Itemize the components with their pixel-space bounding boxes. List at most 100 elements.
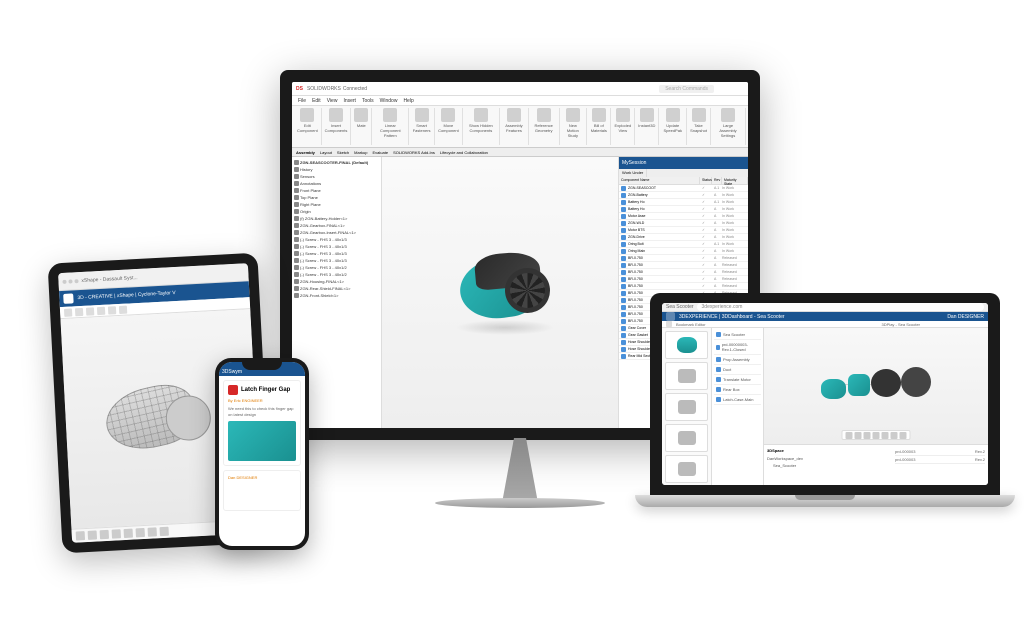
ribbon-button[interactable]: Mate (351, 108, 372, 145)
ribbon-tab[interactable]: Sketch (337, 150, 349, 155)
ribbon-button[interactable]: Move Component (435, 108, 463, 145)
ribbon-button[interactable]: Large Assembly Settings (711, 108, 746, 145)
panel-row[interactable]: Oring Bolt✓A.1In Work (619, 241, 748, 248)
component-list[interactable]: Sea Scooterprd-00000003-Rev.1-ClosedProp… (712, 328, 764, 485)
bottom-tool-icon[interactable] (136, 528, 145, 537)
ribbon-button[interactable]: Edit Component (294, 108, 322, 145)
menu-insert[interactable]: Insert (343, 98, 356, 104)
3d-viewport[interactable] (382, 157, 618, 428)
tree-item[interactable]: History (294, 166, 379, 173)
bottom-row[interactable]: prd-000003Rev.2 (895, 448, 985, 456)
post-card[interactable]: Latch Finger Gap By Eric ENGINEER We nee… (223, 380, 301, 466)
tree-item[interactable]: ZGN-Rear-Shield-FINAL<1> (294, 285, 379, 292)
thumbnail[interactable] (665, 393, 708, 421)
ribbon-tab[interactable]: Lifecycle and Collaboration (440, 150, 488, 155)
view-tool-icon[interactable] (873, 432, 880, 439)
panel-row[interactable]: Motor BTS✓AIn Work (619, 227, 748, 234)
tree-item[interactable]: Origin (294, 208, 379, 215)
bottom-tool-icon[interactable] (124, 529, 133, 538)
view-tool-icon[interactable] (882, 432, 889, 439)
tree-item[interactable]: (-) Screw - FHS 3 - 40x1/3 (294, 257, 379, 264)
panel-row[interactable]: BR-0.750✓AReleased (619, 276, 748, 283)
menu-icon[interactable] (666, 321, 672, 327)
list-item[interactable]: Prop Assembly (714, 355, 761, 365)
tree-item[interactable]: (-) Screw - FHS 3 - 40x1/3 (294, 236, 379, 243)
compass-logo-icon[interactable] (666, 312, 675, 321)
view-tool-icon[interactable] (900, 432, 907, 439)
thumbnail[interactable] (665, 424, 708, 452)
tree-item[interactable]: Sensors (294, 173, 379, 180)
post-author[interactable]: By Eric ENGINEER (228, 398, 296, 403)
panel-row[interactable]: ZGN-Battery✓AIn Work (619, 192, 748, 199)
ribbon-tab[interactable]: Layout (320, 150, 332, 155)
list-item[interactable]: Sea Scooter (714, 330, 761, 340)
bottom-tool-icon[interactable] (159, 527, 168, 536)
view-tool-icon[interactable] (846, 432, 853, 439)
thumbnail[interactable] (665, 331, 708, 359)
panel-row[interactable]: ZGN-SEASCOOT✓A.1In Work (619, 185, 748, 192)
list-item[interactable]: Latch-Case-Main (714, 395, 761, 405)
tree-item[interactable]: ZGN-Front-Shield<1> (294, 292, 379, 299)
ribbon-button[interactable]: Linear Component Pattern (372, 108, 409, 145)
panel-row[interactable]: Oring Main✓AIn Work (619, 248, 748, 255)
phone-feed[interactable]: Latch Finger Gap By Eric ENGINEER We nee… (219, 376, 305, 546)
ribbon-tab[interactable]: Assembly (296, 150, 315, 155)
tool-icon[interactable] (64, 308, 72, 316)
panel-row[interactable]: BR-0.750✓AReleased (619, 269, 748, 276)
thumbnail[interactable] (665, 362, 708, 390)
panel-row[interactable]: BR-0.750✓AReleased (619, 262, 748, 269)
tree-item[interactable]: Front Plane (294, 187, 379, 194)
view-tool-icon[interactable] (891, 432, 898, 439)
ribbon-tab[interactable]: SOLIDWORKS Add-Ins (393, 150, 435, 155)
bottom-tool-icon[interactable] (88, 530, 97, 539)
ribbon-button[interactable]: Insert Components (322, 108, 352, 145)
panel-row[interactable]: ZGN-Drive✓AIn Work (619, 234, 748, 241)
bottom-tool-icon[interactable] (148, 527, 157, 536)
tree-item[interactable]: Top Plane (294, 194, 379, 201)
view-tool-icon[interactable] (864, 432, 871, 439)
tree-item[interactable]: (-) Screw - FHS 3 - 40x1/3 (294, 243, 379, 250)
ribbon-tab[interactable]: Markup (354, 150, 367, 155)
ribbon-button[interactable]: Smart Fasteners (409, 108, 435, 145)
thumbnail[interactable] (665, 455, 708, 483)
panel-row[interactable]: ZGN-WLD✓AIn Work (619, 220, 748, 227)
panel-row[interactable]: Battery Ho✓AIn Work (619, 206, 748, 213)
bottom-tree[interactable]: DanWorkspace_dev Sea_Scooter (767, 455, 891, 469)
header-user[interactable]: Dan DESIGNER (947, 314, 984, 320)
panel-row[interactable]: Battery Ho✓A.1In Work (619, 199, 748, 206)
tree-item[interactable]: (-) Screw - FHS 3 - 40x1/2 (294, 264, 379, 271)
menu-edit[interactable]: Edit (312, 98, 321, 104)
panel-tab-workunder[interactable]: Work Under (619, 169, 647, 177)
list-item[interactable]: prd-00000003-Rev.1-Closed (714, 340, 761, 355)
compass-logo-icon[interactable] (63, 293, 74, 304)
ribbon-button[interactable]: Exploded View (611, 108, 635, 145)
menu-help[interactable]: Help (403, 98, 413, 104)
view-tool-icon[interactable] (855, 432, 862, 439)
tool-icon[interactable] (86, 307, 94, 315)
laptop-3d-viewport[interactable] (764, 328, 988, 444)
tree-item[interactable]: (f) ZGN-Battery-Holder<1> (294, 215, 379, 222)
tree-item[interactable]: Right Plane (294, 201, 379, 208)
ribbon-button[interactable]: Instant3D (635, 108, 659, 145)
bottom-rows[interactable]: prd-000003Rev.2prd-000003Rev.2 (895, 448, 985, 483)
thumbnail-column[interactable] (662, 328, 712, 485)
list-item[interactable]: Translate Motor (714, 375, 761, 385)
ribbon-button[interactable]: Take Snapshot (687, 108, 711, 145)
bottom-tool-icon[interactable] (100, 530, 109, 539)
tool-icon[interactable] (97, 306, 105, 314)
panel-row[interactable]: Motor Asse✓AIn Work (619, 213, 748, 220)
bottom-tool-icon[interactable] (112, 529, 121, 538)
ribbon-button[interactable]: Update SpeedPak (659, 108, 687, 145)
tree-item[interactable]: ZGN-Gearbox-Insert-FINAL<1> (294, 229, 379, 236)
ribbon-button[interactable]: Show Hidden Components (463, 108, 500, 145)
list-item[interactable]: Rear Box (714, 385, 761, 395)
tree-item[interactable]: ZGN-Gearbox-FINAL<1> (294, 222, 379, 229)
ribbon-button[interactable]: Reference Geometry (529, 108, 560, 145)
tool-icon[interactable] (108, 306, 116, 314)
toolbar-item[interactable]: Bookmark Editor (676, 322, 706, 327)
list-item[interactable]: Duct (714, 365, 761, 375)
tool-icon[interactable] (75, 307, 83, 315)
ribbon-button[interactable]: Assembly Features (500, 108, 529, 145)
search-command-input[interactable]: Search Commands (659, 85, 714, 93)
reply-card[interactable]: Dan DESIGNER (223, 470, 301, 511)
